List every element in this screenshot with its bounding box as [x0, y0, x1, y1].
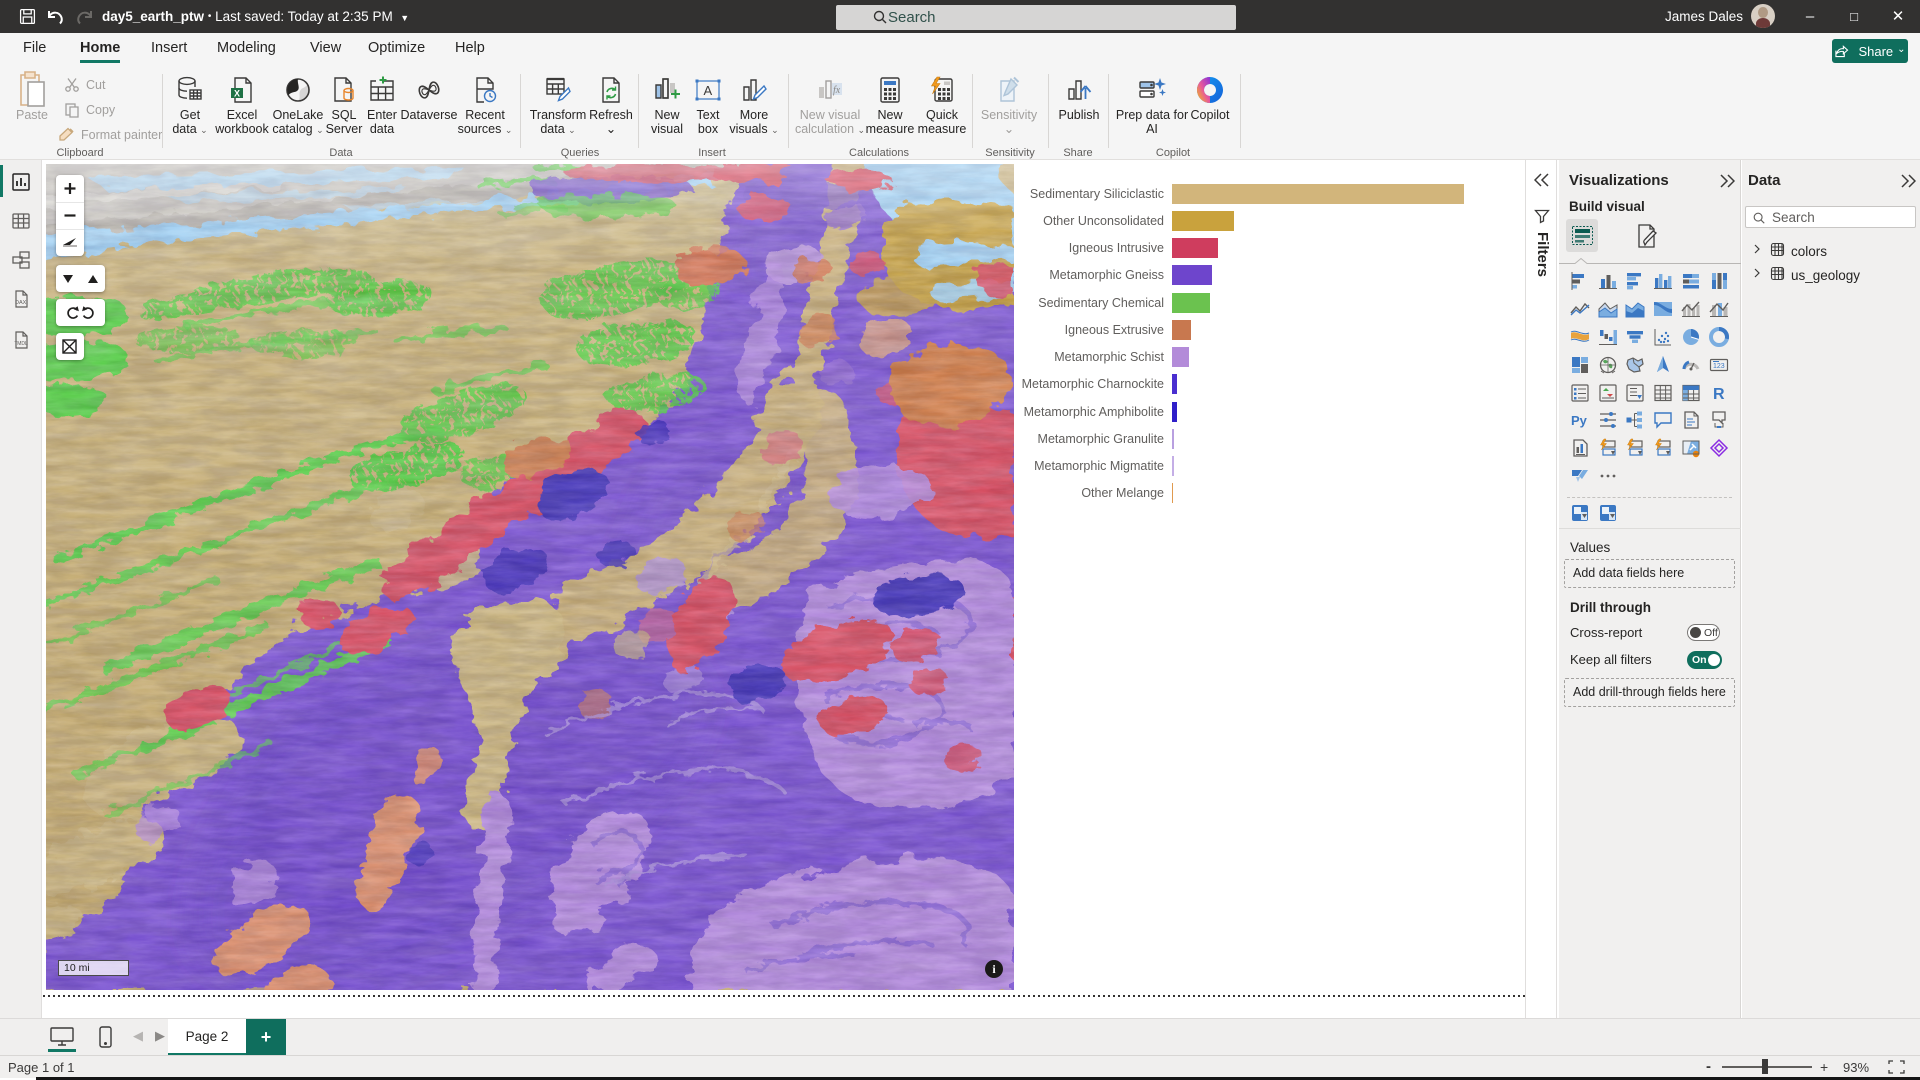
svg-text:R: R: [1713, 386, 1725, 403]
svg-text:123: 123: [1713, 363, 1725, 370]
svg-text:A: A: [704, 83, 713, 98]
svg-text:X: X: [234, 89, 240, 99]
svg-text:fx: fx: [833, 85, 841, 96]
svg-text:DAX: DAX: [15, 300, 27, 306]
svg-text:TMDL: TMDL: [14, 341, 28, 347]
svg-text:Py: Py: [1571, 413, 1588, 428]
